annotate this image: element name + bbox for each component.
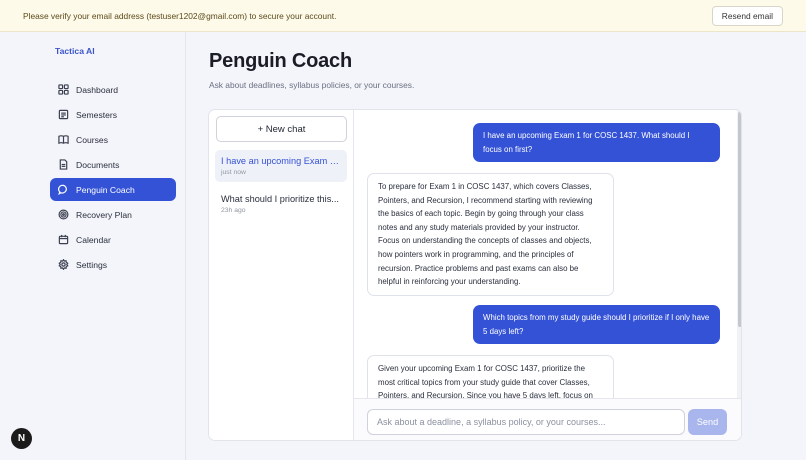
book-icon (58, 135, 69, 145)
assistant-message: Given your upcoming Exam 1 for COSC 1437… (367, 355, 614, 398)
user-message: Which topics from my study guide should … (473, 305, 720, 345)
sidebar-item-courses[interactable]: Courses (50, 128, 176, 151)
sidebar-item-semesters[interactable]: Semesters (50, 103, 176, 126)
composer: Ask about a deadline, a syllabus policy,… (354, 398, 741, 440)
nextjs-dev-indicator-icon[interactable]: N (11, 428, 32, 449)
sidebar-item-recovery-plan[interactable]: Recovery Plan (50, 203, 176, 226)
sidebar-item-calendar[interactable]: Calendar (50, 228, 176, 251)
thread-time: 23h ago (221, 207, 246, 214)
sidebar: Tactica AI Dashboard Semesters Courses D… (41, 32, 186, 460)
left-gutter (0, 32, 41, 460)
assistant-message: To prepare for Exam 1 in COSC 1437, whic… (367, 173, 614, 296)
thread-list: + New chat I have an upcoming Exam 1 ...… (209, 110, 354, 440)
verify-email-banner: Please verify your email address (testus… (0, 0, 806, 32)
document-icon (59, 159, 68, 170)
sidebar-item-label: Settings (76, 259, 108, 270)
calendar-list-icon (58, 109, 69, 120)
thread-title: What should I prioritize this... (221, 194, 339, 204)
sidebar-item-settings[interactable]: Settings (50, 253, 176, 276)
sidebar-item-label: Courses (76, 134, 108, 145)
thread-item[interactable]: What should I prioritize this... 23h ago (215, 188, 347, 220)
grid-icon (58, 84, 69, 95)
sidebar-item-label: Penguin Coach (76, 184, 135, 195)
resend-email-button[interactable]: Resend email (711, 5, 783, 26)
scrollbar-thumb[interactable] (738, 112, 741, 327)
sidebar-item-label: Calendar (76, 234, 111, 245)
brand-logo[interactable]: Tactica AI (50, 46, 176, 56)
message-scrollbar[interactable] (737, 110, 741, 398)
calendar-icon (58, 234, 69, 245)
message-list[interactable]: I have an upcoming Exam 1 for COSC 1437.… (354, 110, 741, 398)
thread-title: I have an upcoming Exam 1 ... (221, 156, 341, 166)
page-title: Penguin Coach (209, 50, 352, 72)
sidebar-item-dashboard[interactable]: Dashboard (50, 78, 176, 101)
sidebar-item-label: Semesters (76, 109, 118, 120)
message-input[interactable]: Ask about a deadline, a syllabus policy,… (367, 409, 685, 435)
new-chat-button[interactable]: + New chat (216, 116, 347, 142)
target-icon (58, 209, 69, 220)
thread-time: just now (221, 169, 246, 176)
sidebar-item-documents[interactable]: Documents (50, 153, 176, 176)
send-button[interactable]: Send (688, 409, 727, 435)
verify-email-message: Please verify your email address (testus… (23, 10, 337, 21)
sidebar-item-penguin-coach[interactable]: Penguin Coach (50, 178, 176, 201)
coach-panel: + New chat I have an upcoming Exam 1 ...… (208, 109, 742, 441)
chat-area: I have an upcoming Exam 1 for COSC 1437.… (354, 110, 741, 440)
sidebar-item-label: Dashboard (76, 84, 119, 95)
user-message: I have an upcoming Exam 1 for COSC 1437.… (473, 123, 720, 163)
thread-item[interactable]: I have an upcoming Exam 1 ... just now (215, 150, 347, 182)
sidebar-item-label: Documents (76, 159, 120, 170)
gear-icon (58, 259, 69, 270)
sidebar-item-label: Recovery Plan (76, 209, 132, 220)
page-subtitle: Ask about deadlines, syllabus policies, … (209, 80, 415, 90)
main-content: Penguin Coach Ask about deadlines, sylla… (186, 32, 806, 460)
chat-bubble-icon (58, 184, 67, 195)
